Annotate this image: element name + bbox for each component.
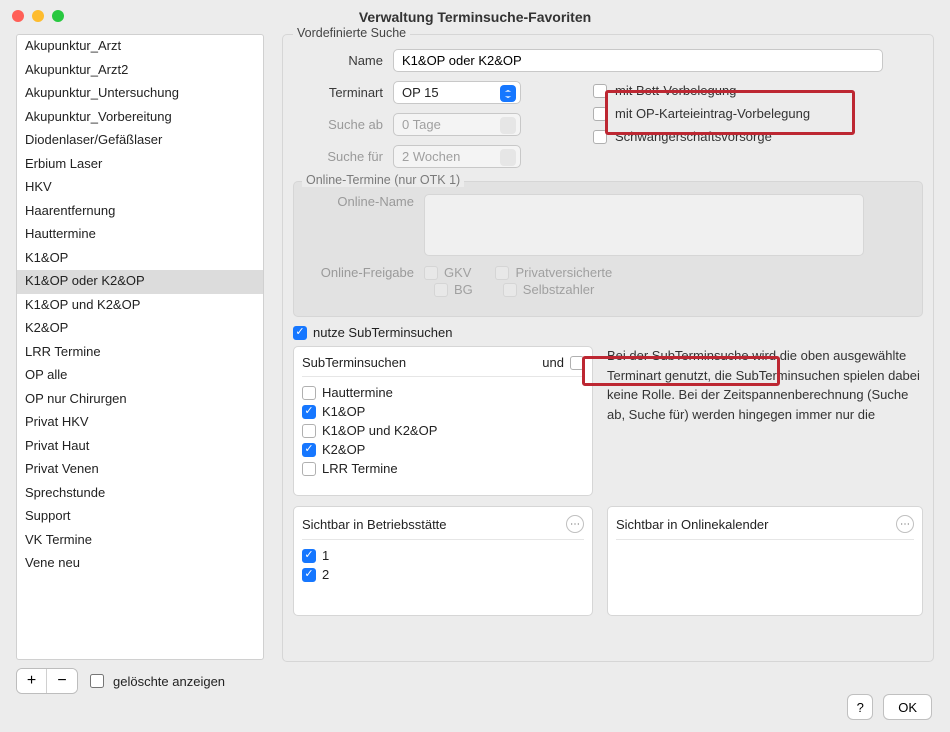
list-item[interactable]: K1&OP oder K2&OP	[17, 270, 263, 294]
list-item[interactable]: HKV	[17, 176, 263, 200]
list-item[interactable]: OP alle	[17, 364, 263, 388]
subtermin-option[interactable]: LRR Termine	[302, 459, 584, 478]
list-item[interactable]: Akupunktur_Arzt2	[17, 59, 263, 83]
opt-bett-checkbox[interactable]	[593, 84, 607, 98]
terminart-select[interactable]: OP 15	[393, 81, 521, 104]
list-item[interactable]: Hauttermine	[17, 223, 263, 247]
sucheab-label: Suche ab	[293, 117, 393, 132]
list-item[interactable]: Support	[17, 505, 263, 529]
more-icon[interactable]: ⋯	[566, 515, 584, 533]
list-item[interactable]: Privat HKV	[17, 411, 263, 435]
minimize-icon[interactable]	[32, 10, 44, 22]
favorites-list[interactable]: Akupunktur_ArztAkupunktur_Arzt2Akupunktu…	[16, 34, 264, 660]
list-item[interactable]: Akupunktur_Untersuchung	[17, 82, 263, 106]
list-item[interactable]: Haarentfernung	[17, 200, 263, 224]
list-item[interactable]: K1&OP	[17, 247, 263, 271]
online-legend: Online-Termine (nur OTK 1)	[302, 173, 464, 187]
list-item[interactable]: OP nur Chirurgen	[17, 388, 263, 412]
add-button[interactable]: +	[17, 669, 47, 693]
opt-opkartei-checkbox[interactable]	[593, 107, 607, 121]
chevron-down-icon	[500, 85, 516, 102]
subtermin-panel[interactable]: SubTerminsuchen und HauttermineK1&OPK1&O…	[293, 346, 593, 496]
opt-schwanger-checkbox[interactable]	[593, 130, 607, 144]
sichtbar-bs-panel[interactable]: Sichtbar in Betriebsstätte ⋯ 12	[293, 506, 593, 616]
show-deleted-checkbox[interactable]: gelöschte anzeigen	[86, 671, 225, 691]
sichtbar-okal-panel[interactable]: Sichtbar in Onlinekalender ⋯	[607, 506, 923, 616]
show-deleted-label: gelöschte anzeigen	[113, 674, 225, 689]
list-add-remove: + −	[16, 668, 78, 694]
subtermin-option[interactable]: K1&OP und K2&OP	[302, 421, 584, 440]
name-label: Name	[293, 53, 393, 68]
subtermin-option[interactable]: K2&OP	[302, 440, 584, 459]
close-icon[interactable]	[12, 10, 24, 22]
group-legend-vordef: Vordefinierte Suche	[293, 26, 410, 40]
subtermin-option[interactable]: K1&OP	[302, 402, 584, 421]
list-item[interactable]: K1&OP und K2&OP	[17, 294, 263, 318]
list-item[interactable]: Erbium Laser	[17, 153, 263, 177]
use-subtermin-checkbox[interactable]: nutze SubTerminsuchen	[293, 325, 923, 340]
list-item[interactable]: Vene neu	[17, 552, 263, 576]
sucheab-select: 0 Tage	[393, 113, 521, 136]
list-item[interactable]: VK Termine	[17, 529, 263, 553]
list-item[interactable]: LRR Termine	[17, 341, 263, 365]
chevron-down-icon	[500, 149, 516, 166]
und-checkbox[interactable]	[570, 356, 584, 370]
list-item[interactable]: Privat Haut	[17, 435, 263, 459]
chevron-down-icon	[500, 117, 516, 134]
window-title: Verwaltung Terminsuche-Favoriten	[0, 0, 950, 34]
online-group: Online-Termine (nur OTK 1) Online-Name O…	[293, 181, 923, 317]
list-item[interactable]: Privat Venen	[17, 458, 263, 482]
list-item[interactable]: Akupunktur_Arzt	[17, 35, 263, 59]
suchefuer-select: 2 Wochen	[393, 145, 521, 168]
subtermin-info: Bei der SubTerminsuche wird die oben aus…	[607, 346, 923, 496]
online-name-label: Online-Name	[304, 194, 424, 209]
bs-option[interactable]: 2	[302, 565, 584, 584]
list-item[interactable]: Diodenlaser/Gefäßlaser	[17, 129, 263, 153]
name-field[interactable]	[393, 49, 883, 72]
online-freigabe-label: Online-Freigabe	[304, 265, 424, 280]
subtermin-option[interactable]: Hauttermine	[302, 383, 584, 402]
bs-option[interactable]: 1	[302, 546, 584, 565]
list-item[interactable]: Akupunktur_Vorbereitung	[17, 106, 263, 130]
help-button[interactable]: ?	[847, 694, 873, 720]
online-name-field	[424, 194, 864, 256]
list-item[interactable]: K2&OP	[17, 317, 263, 341]
suchefuer-label: Suche für	[293, 149, 393, 164]
window-controls	[12, 10, 64, 22]
terminart-label: Terminart	[293, 85, 393, 100]
list-item[interactable]: Sprechstunde	[17, 482, 263, 506]
ok-button[interactable]: OK	[883, 694, 932, 720]
remove-button[interactable]: −	[47, 669, 77, 693]
zoom-icon[interactable]	[52, 10, 64, 22]
more-icon[interactable]: ⋯	[896, 515, 914, 533]
